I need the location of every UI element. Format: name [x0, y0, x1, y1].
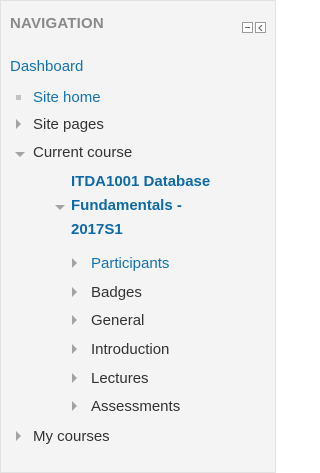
nav-my-courses[interactable]: My courses: [33, 427, 110, 447]
expand-arrow-icon[interactable]: [16, 431, 21, 441]
expand-arrow-icon[interactable]: [72, 287, 77, 297]
collapse-arrow-icon[interactable]: [55, 205, 65, 210]
nav-lectures[interactable]: Lectures: [91, 369, 149, 389]
block-title: NAVIGATION: [10, 15, 104, 32]
nav-current-course[interactable]: Current course: [33, 143, 132, 163]
block-controls: [242, 22, 266, 33]
expand-arrow-icon[interactable]: [72, 258, 77, 268]
nav-site-home-link[interactable]: Site home: [33, 88, 101, 108]
nav-introduction[interactable]: Introduction: [91, 340, 169, 360]
nav-participants[interactable]: Participants: [91, 254, 169, 274]
bullet-icon: [16, 95, 21, 100]
nav-dashboard-link[interactable]: Dashboard: [10, 57, 83, 77]
collapse-arrow-icon[interactable]: [15, 152, 25, 157]
nav-badges[interactable]: Badges: [91, 283, 142, 303]
nav-assessments[interactable]: Assessments: [91, 397, 180, 417]
expand-arrow-icon[interactable]: [16, 119, 21, 129]
navigation-block: NAVIGATION Dashboard Site home Site page…: [0, 0, 276, 473]
expand-arrow-icon[interactable]: [72, 344, 77, 354]
nav-site-pages[interactable]: Site pages: [33, 115, 104, 135]
expand-arrow-icon[interactable]: [72, 373, 77, 383]
minimize-icon[interactable]: [242, 22, 253, 33]
block-header: NAVIGATION: [10, 15, 266, 35]
course-name-line3[interactable]: 2017S1: [71, 220, 123, 240]
course-name-line2[interactable]: Fundamentals -: [71, 196, 182, 216]
expand-arrow-icon[interactable]: [72, 315, 77, 325]
course-name-line1[interactable]: ITDA1001 Database: [71, 172, 210, 192]
dock-icon[interactable]: [255, 22, 266, 33]
expand-arrow-icon[interactable]: [72, 401, 77, 411]
nav-general[interactable]: General: [91, 311, 144, 331]
